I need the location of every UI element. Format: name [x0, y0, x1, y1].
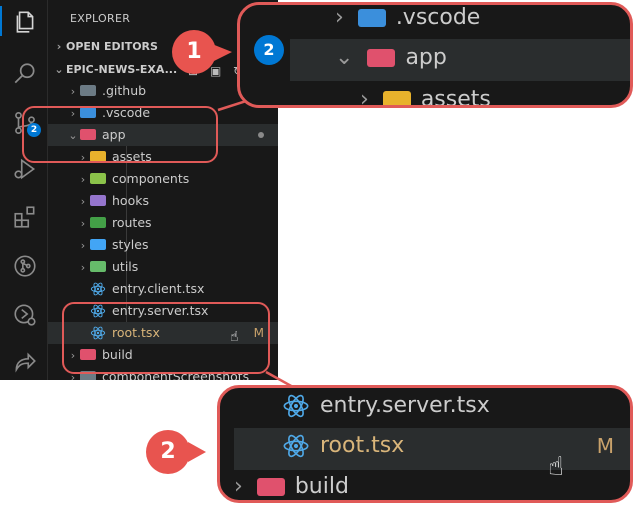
- step-marker-1: 1: [172, 30, 216, 74]
- highlight-app-folder: [22, 106, 218, 163]
- zoom-item-root: root.tsx: [282, 432, 404, 460]
- zoom-callout-root: entry.server.tsx root.tsx M ☝ › build: [217, 385, 633, 503]
- scm-count-badge: 2: [254, 35, 284, 65]
- react-icon: [283, 394, 309, 418]
- folder-icon: [382, 91, 411, 105]
- zoom-item-vscode: › .vscode: [335, 5, 481, 30]
- zoom-item-app: ⌄ app: [335, 45, 447, 70]
- react-icon: [283, 434, 309, 458]
- zoom-item-entry-server: entry.server.tsx: [282, 392, 490, 420]
- chevron-right-icon: ›: [335, 5, 344, 30]
- chevron-down-icon: ⌄: [335, 45, 354, 70]
- step-marker-2: 2: [146, 430, 190, 474]
- chevron-right-icon: ›: [234, 474, 243, 499]
- cursor-hand-icon: ☝: [548, 452, 564, 482]
- highlight-root-file: [62, 302, 270, 374]
- zoom-item-build: › build: [234, 474, 349, 499]
- chevron-right-icon: ›: [360, 87, 369, 108]
- zoom-callout-app: 2 › .vscode ⌄ app › assets: [237, 2, 633, 108]
- folder-icon: [256, 478, 285, 496]
- folder-open-icon: [367, 49, 396, 67]
- zoom-item-assets: › assets: [360, 87, 491, 108]
- modified-badge: M: [596, 434, 614, 458]
- folder-icon: [357, 9, 386, 27]
